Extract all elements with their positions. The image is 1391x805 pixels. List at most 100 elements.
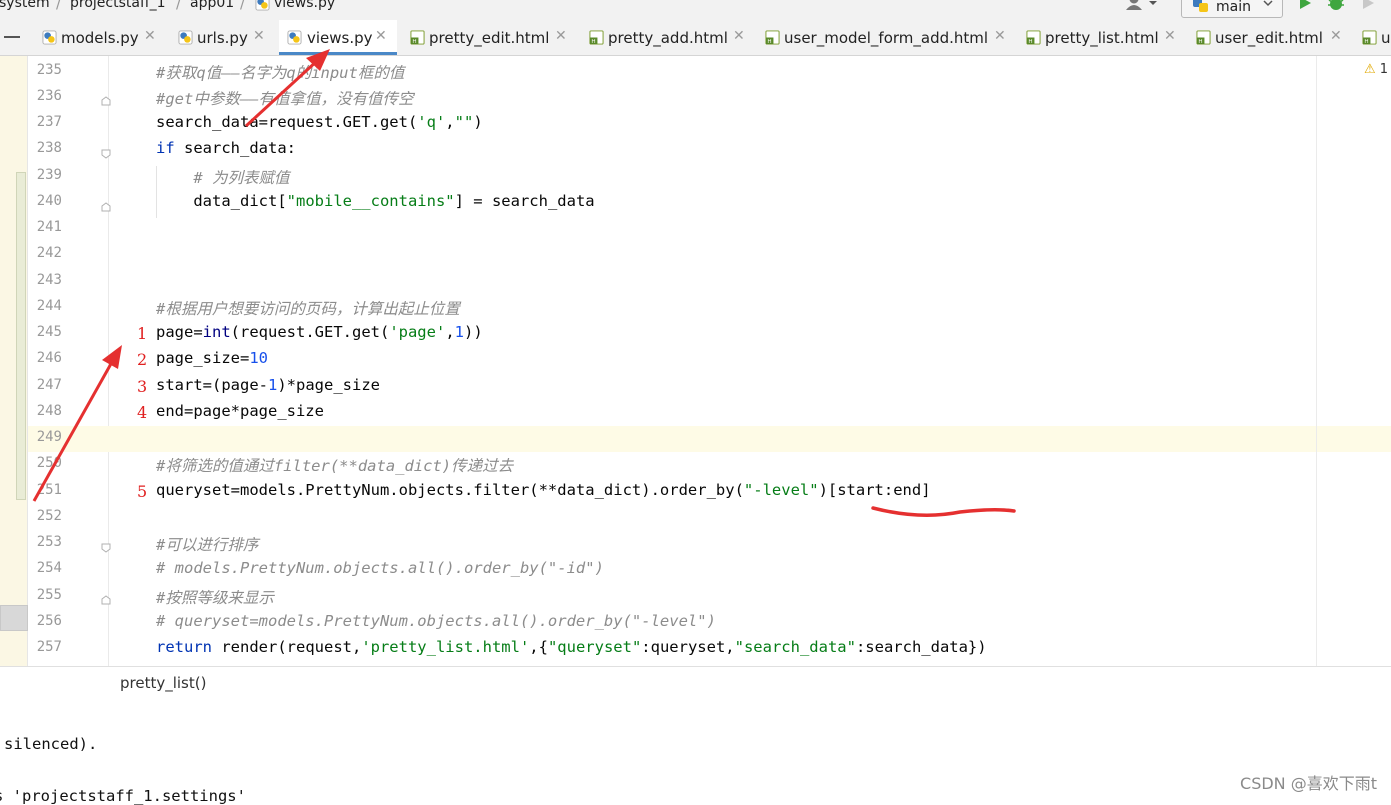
code-line[interactable]: data_dict["mobile__contains"] = search_d…	[156, 192, 594, 210]
coverage-icon[interactable]	[1360, 0, 1376, 14]
code-line[interactable]: #按照等级来显示	[156, 586, 274, 608]
code-token: start=(page-	[156, 376, 268, 394]
breadcrumb-separator: /	[176, 0, 182, 12]
code-line[interactable]: #get中参数——有值拿值，没有值传空	[156, 87, 414, 109]
code-token: # 为列表赋值	[193, 169, 290, 187]
fold-marker-icon[interactable]	[101, 590, 111, 605]
code-token: #获取q值——名字为q的input框的值	[156, 64, 405, 82]
code-line[interactable]: #可以进行排序	[156, 533, 258, 555]
code-line[interactable]: start=(page-1)*page_size	[156, 376, 380, 394]
code-token: )[start:end]	[818, 481, 931, 499]
console-line: silenced).	[4, 735, 98, 753]
tab-views-py[interactable]: views.py ✕	[279, 20, 397, 55]
user-account-icon[interactable]	[1125, 0, 1159, 14]
code-line[interactable]: # 为列表赋值	[156, 166, 290, 188]
tab-overflow[interactable]: H u	[1362, 20, 1391, 55]
console-line: s 'projectstaff_1.settings'	[0, 787, 246, 805]
code-line[interactable]: page=int(request.GET.get('page',1))	[156, 323, 483, 341]
collapse-icon[interactable]	[4, 36, 20, 38]
breadcrumb-module[interactable]: projectstaff_1	[70, 0, 166, 11]
breadcrumb-file[interactable]: views.py	[274, 0, 335, 11]
tab-pretty-add-html[interactable]: H pretty_add.html ✕	[589, 20, 749, 55]
line-number: 256	[36, 613, 62, 629]
tab-user-model-form-add-html[interactable]: H user_model_form_add.html ✕	[765, 20, 1011, 55]
line-number: 254	[36, 560, 62, 576]
code-token: render(request,	[212, 638, 362, 656]
code-line[interactable]: queryset=models.PrettyNum.objects.filter…	[156, 481, 931, 499]
fold-marker-icon[interactable]	[101, 538, 111, 553]
code-token: 'q'	[417, 113, 446, 131]
code-token: 'pretty_list.html'	[361, 638, 530, 656]
right-margin	[1316, 56, 1317, 666]
tab-pretty-edit-html[interactable]: H pretty_edit.html ✕	[410, 20, 575, 55]
code-token: end=page*page_size	[156, 402, 324, 420]
line-number: 255	[36, 587, 62, 603]
tab-urls-py[interactable]: urls.py ✕	[178, 20, 273, 55]
annotation-marker: 1	[137, 324, 148, 343]
svg-text:H: H	[412, 39, 416, 45]
line-number: 242	[36, 245, 62, 261]
line-number: 240	[36, 193, 62, 209]
close-icon[interactable]: ✕	[144, 28, 156, 44]
line-number: 243	[36, 272, 62, 288]
annotation-marker: 4	[137, 403, 148, 422]
close-icon[interactable]: ✕	[1330, 28, 1342, 44]
fold-marker-icon[interactable]	[101, 144, 111, 159]
tab-label: user_edit.html	[1215, 29, 1323, 47]
code-line[interactable]: #获取q值——名字为q的input框的值	[156, 61, 404, 83]
run-console[interactable]: silenced). s 'projectstaff_1.settings' C…	[0, 698, 1391, 805]
code-token: )*page_size	[277, 376, 380, 394]
line-number: 236	[36, 88, 62, 104]
close-icon[interactable]: ✕	[253, 28, 265, 44]
breadcrumb-project[interactable]: system	[0, 0, 50, 11]
code-line[interactable]: end=page*page_size	[156, 402, 324, 420]
html-file-icon: H	[1362, 30, 1377, 45]
watermark: CSDN @喜欢下雨t	[1240, 774, 1377, 793]
annotation-marker: 2	[137, 350, 148, 369]
fold-marker-icon[interactable]	[101, 197, 111, 212]
warning-indicator[interactable]: ⚠ 1	[1364, 62, 1388, 77]
code-token: #可以进行排序	[156, 536, 259, 554]
python-interpreter-icon	[1192, 0, 1210, 17]
tab-label: models.py	[61, 29, 139, 47]
code-editor[interactable]: ⚠ 1 235 236 237 238 239 240 241 242 243 …	[0, 56, 1391, 666]
code-line[interactable]: page_size=10	[156, 349, 268, 367]
tab-pretty-list-html[interactable]: H pretty_list.html ✕	[1026, 20, 1181, 55]
code-token: 1	[267, 376, 278, 394]
code-token: page=	[156, 323, 203, 341]
code-token: int	[202, 323, 231, 341]
fold-marker-icon[interactable]	[101, 91, 111, 106]
code-line[interactable]: # models.PrettyNum.objects.all().order_b…	[156, 559, 604, 577]
close-icon[interactable]: ✕	[1164, 28, 1176, 44]
line-number: 239	[36, 167, 62, 183]
close-icon[interactable]: ✕	[555, 28, 567, 44]
code-token: if	[156, 139, 175, 157]
code-line[interactable]: search_data=request.GET.get('q',"")	[156, 113, 483, 131]
close-icon[interactable]: ✕	[733, 28, 745, 44]
code-breadcrumb-bar: pretty_list()	[0, 666, 1391, 699]
close-icon[interactable]: ✕	[994, 28, 1006, 44]
code-line[interactable]: return render(request,'pretty_list.html'…	[156, 638, 987, 656]
breadcrumb-app[interactable]: app01	[190, 0, 234, 11]
code-token: queryset=models.PrettyNum.objects.filter…	[156, 481, 744, 499]
line-number: 251	[36, 482, 62, 498]
code-token: "queryset"	[547, 638, 642, 656]
navigation-bar: system / projectstaff_1 / app01 / views.…	[0, 0, 1391, 20]
branch-selector[interactable]: main	[1181, 0, 1283, 18]
tab-user-edit-html[interactable]: H user_edit.html ✕	[1196, 20, 1348, 55]
code-token: # models.PrettyNum.objects.all().order_b…	[156, 559, 604, 577]
code-line[interactable]: if search_data:	[156, 139, 296, 157]
tab-label: pretty_list.html	[1045, 29, 1159, 47]
run-icon[interactable]	[1298, 0, 1312, 14]
code-token: search_data=request.GET.get(	[156, 113, 418, 131]
code-line[interactable]: #将筛选的值通过filter(**data_dict)传递过去	[156, 454, 513, 476]
tab-models-py[interactable]: models.py ✕	[42, 20, 164, 55]
html-file-icon: H	[589, 30, 604, 45]
code-line[interactable]: # queryset=models.PrettyNum.objects.all(…	[156, 612, 716, 630]
code-line[interactable]: #根据用户想要访问的页码，计算出起止位置	[156, 297, 460, 319]
debug-icon[interactable]	[1327, 0, 1345, 14]
line-number: 245	[36, 324, 62, 340]
function-breadcrumb[interactable]: pretty_list()	[120, 674, 206, 692]
close-icon[interactable]: ✕	[375, 28, 387, 44]
code-token: 10	[249, 349, 268, 367]
